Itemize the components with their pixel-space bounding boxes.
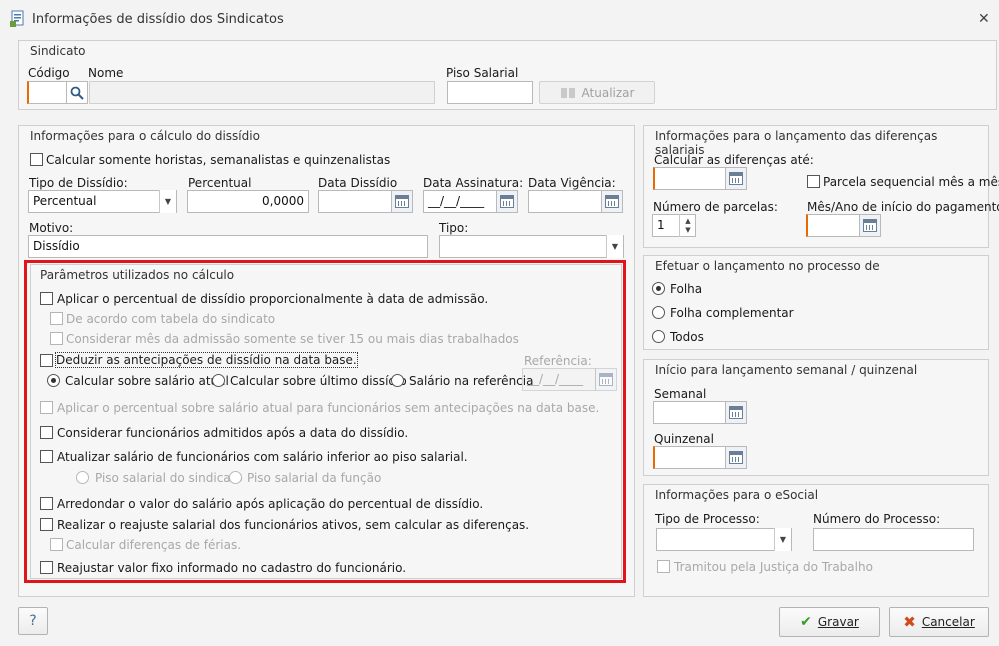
tipo-dropdown-icon[interactable]: ▼	[606, 235, 623, 258]
tipo-processo-label: Tipo de Processo:	[655, 512, 760, 526]
atualizar-button[interactable]: Atualizar	[539, 81, 655, 104]
calendar-icon	[729, 172, 743, 185]
calendar-icon	[500, 195, 514, 208]
esocial-title: Informações para o eSocial	[655, 488, 819, 502]
semanal-calendar-button[interactable]	[725, 401, 747, 424]
efetuar-title: Efetuar o lançamento no processo de	[655, 259, 880, 273]
cancel-x-icon: ✖	[903, 613, 916, 631]
calculo-title: Informações para o cálculo do dissídio	[30, 129, 260, 143]
calendar-icon	[605, 195, 619, 208]
folha-label: Folha	[670, 282, 703, 296]
calcular-ate-label: Calcular as diferenças até:	[654, 153, 814, 167]
todos-radio[interactable]	[652, 330, 665, 343]
semanal-input[interactable]	[653, 401, 726, 424]
horistas-label: Calcular somente horistas, semanalistas …	[46, 153, 391, 167]
tipo-dissidio-label: Tipo de Dissídio:	[29, 176, 128, 190]
parcela-label: Parcela sequencial mês a mês	[823, 175, 999, 189]
data-vigencia-calendar-button[interactable]	[601, 190, 623, 213]
data-vigencia-label: Data Vigência:	[528, 176, 616, 190]
help-button[interactable]: ?	[18, 607, 48, 635]
gravar-button[interactable]: ✔ Gravar	[779, 607, 880, 637]
calendar-icon	[729, 406, 743, 419]
calcular-ate-input[interactable]	[653, 167, 726, 190]
tramitou-checkbox[interactable]	[657, 560, 670, 573]
calendar-icon	[863, 219, 877, 232]
percentual-input[interactable]: 0,0000	[187, 190, 309, 213]
parcelas-spinner-icon[interactable]: ▲ ▼	[679, 214, 696, 237]
motivo-label: Motivo:	[29, 221, 74, 235]
semanal-label: Semanal	[654, 387, 707, 401]
data-vigencia-input[interactable]	[528, 190, 602, 213]
parcelas-label: Número de parcelas:	[653, 200, 778, 214]
percentual-label: Percentual	[188, 176, 252, 190]
quinzenal-label: Quinzenal	[654, 432, 714, 446]
numero-processo-input[interactable]	[813, 528, 974, 551]
close-icon[interactable]: ✕	[978, 11, 990, 27]
cancelar-label: Cancelar	[921, 615, 975, 629]
search-icon	[70, 86, 84, 100]
gravar-label: Gravar	[817, 615, 859, 629]
quinzenal-input[interactable]	[653, 446, 726, 469]
inicio-title: Início para lançamento semanal / quinzen…	[655, 363, 918, 377]
codigo-label: Código	[28, 66, 70, 80]
search-button[interactable]	[66, 81, 88, 104]
parcela-checkbox[interactable]	[807, 175, 820, 188]
data-dissidio-label: Data Dissídio	[318, 176, 398, 190]
window-title: Informações de dissídio dos Sindicatos	[32, 12, 284, 27]
highlight-box	[24, 260, 626, 583]
data-assinatura-label: Data Assinatura:	[423, 176, 524, 190]
tipo-dissidio-select[interactable]: Percentual	[28, 190, 177, 213]
mes-ano-calendar-button[interactable]	[859, 214, 881, 237]
piso-input[interactable]	[447, 81, 533, 104]
check-icon: ✔	[800, 614, 812, 630]
tipo-processo-dropdown-icon[interactable]: ▼	[774, 528, 791, 551]
piso-label: Piso Salarial	[446, 66, 519, 80]
refresh-icon	[560, 87, 575, 98]
calendar-icon	[729, 451, 743, 464]
numero-processo-label: Número do Processo:	[813, 512, 941, 526]
horistas-checkbox[interactable]	[30, 153, 43, 166]
window-app-icon	[10, 10, 24, 27]
tipo-dissidio-value: Percentual	[33, 194, 97, 208]
complementar-radio[interactable]	[652, 306, 665, 319]
data-assinatura-input[interactable]: __/__/____	[423, 190, 497, 213]
mes-ano-input[interactable]	[806, 214, 860, 237]
data-assinatura-calendar-button[interactable]	[496, 190, 518, 213]
mes-ano-label: Mês/Ano de início do pagamento:	[807, 200, 999, 214]
atualizar-label: Atualizar	[581, 85, 635, 100]
cancelar-button[interactable]: ✖ Cancelar	[889, 607, 989, 637]
complementar-label: Folha complementar	[670, 306, 794, 320]
quinzenal-calendar-button[interactable]	[725, 446, 747, 469]
nome-input	[89, 81, 435, 104]
nome-label: Nome	[88, 66, 124, 80]
calcular-ate-calendar-button[interactable]	[725, 167, 747, 190]
folha-radio[interactable]	[652, 282, 665, 295]
data-dissidio-calendar-button[interactable]	[391, 190, 413, 213]
calendar-icon	[395, 195, 409, 208]
codigo-input[interactable]	[27, 81, 67, 104]
data-dissidio-input[interactable]	[318, 190, 392, 213]
todos-label: Todos	[670, 330, 704, 344]
title-bar: Informações de dissídio dos Sindicatos ✕	[0, 0, 999, 34]
motivo-input[interactable]: Dissídio	[28, 235, 428, 258]
tipo-select[interactable]	[439, 235, 624, 258]
tramitou-label: Tramitou pela Justiça do Trabalho	[674, 560, 873, 574]
tipo-label: Tipo:	[439, 221, 469, 235]
tipo-processo-select[interactable]	[656, 528, 792, 551]
tipo-dissidio-dropdown-icon[interactable]: ▼	[159, 190, 176, 213]
help-icon: ?	[29, 613, 37, 629]
sindicato-title: Sindicato	[30, 44, 86, 58]
